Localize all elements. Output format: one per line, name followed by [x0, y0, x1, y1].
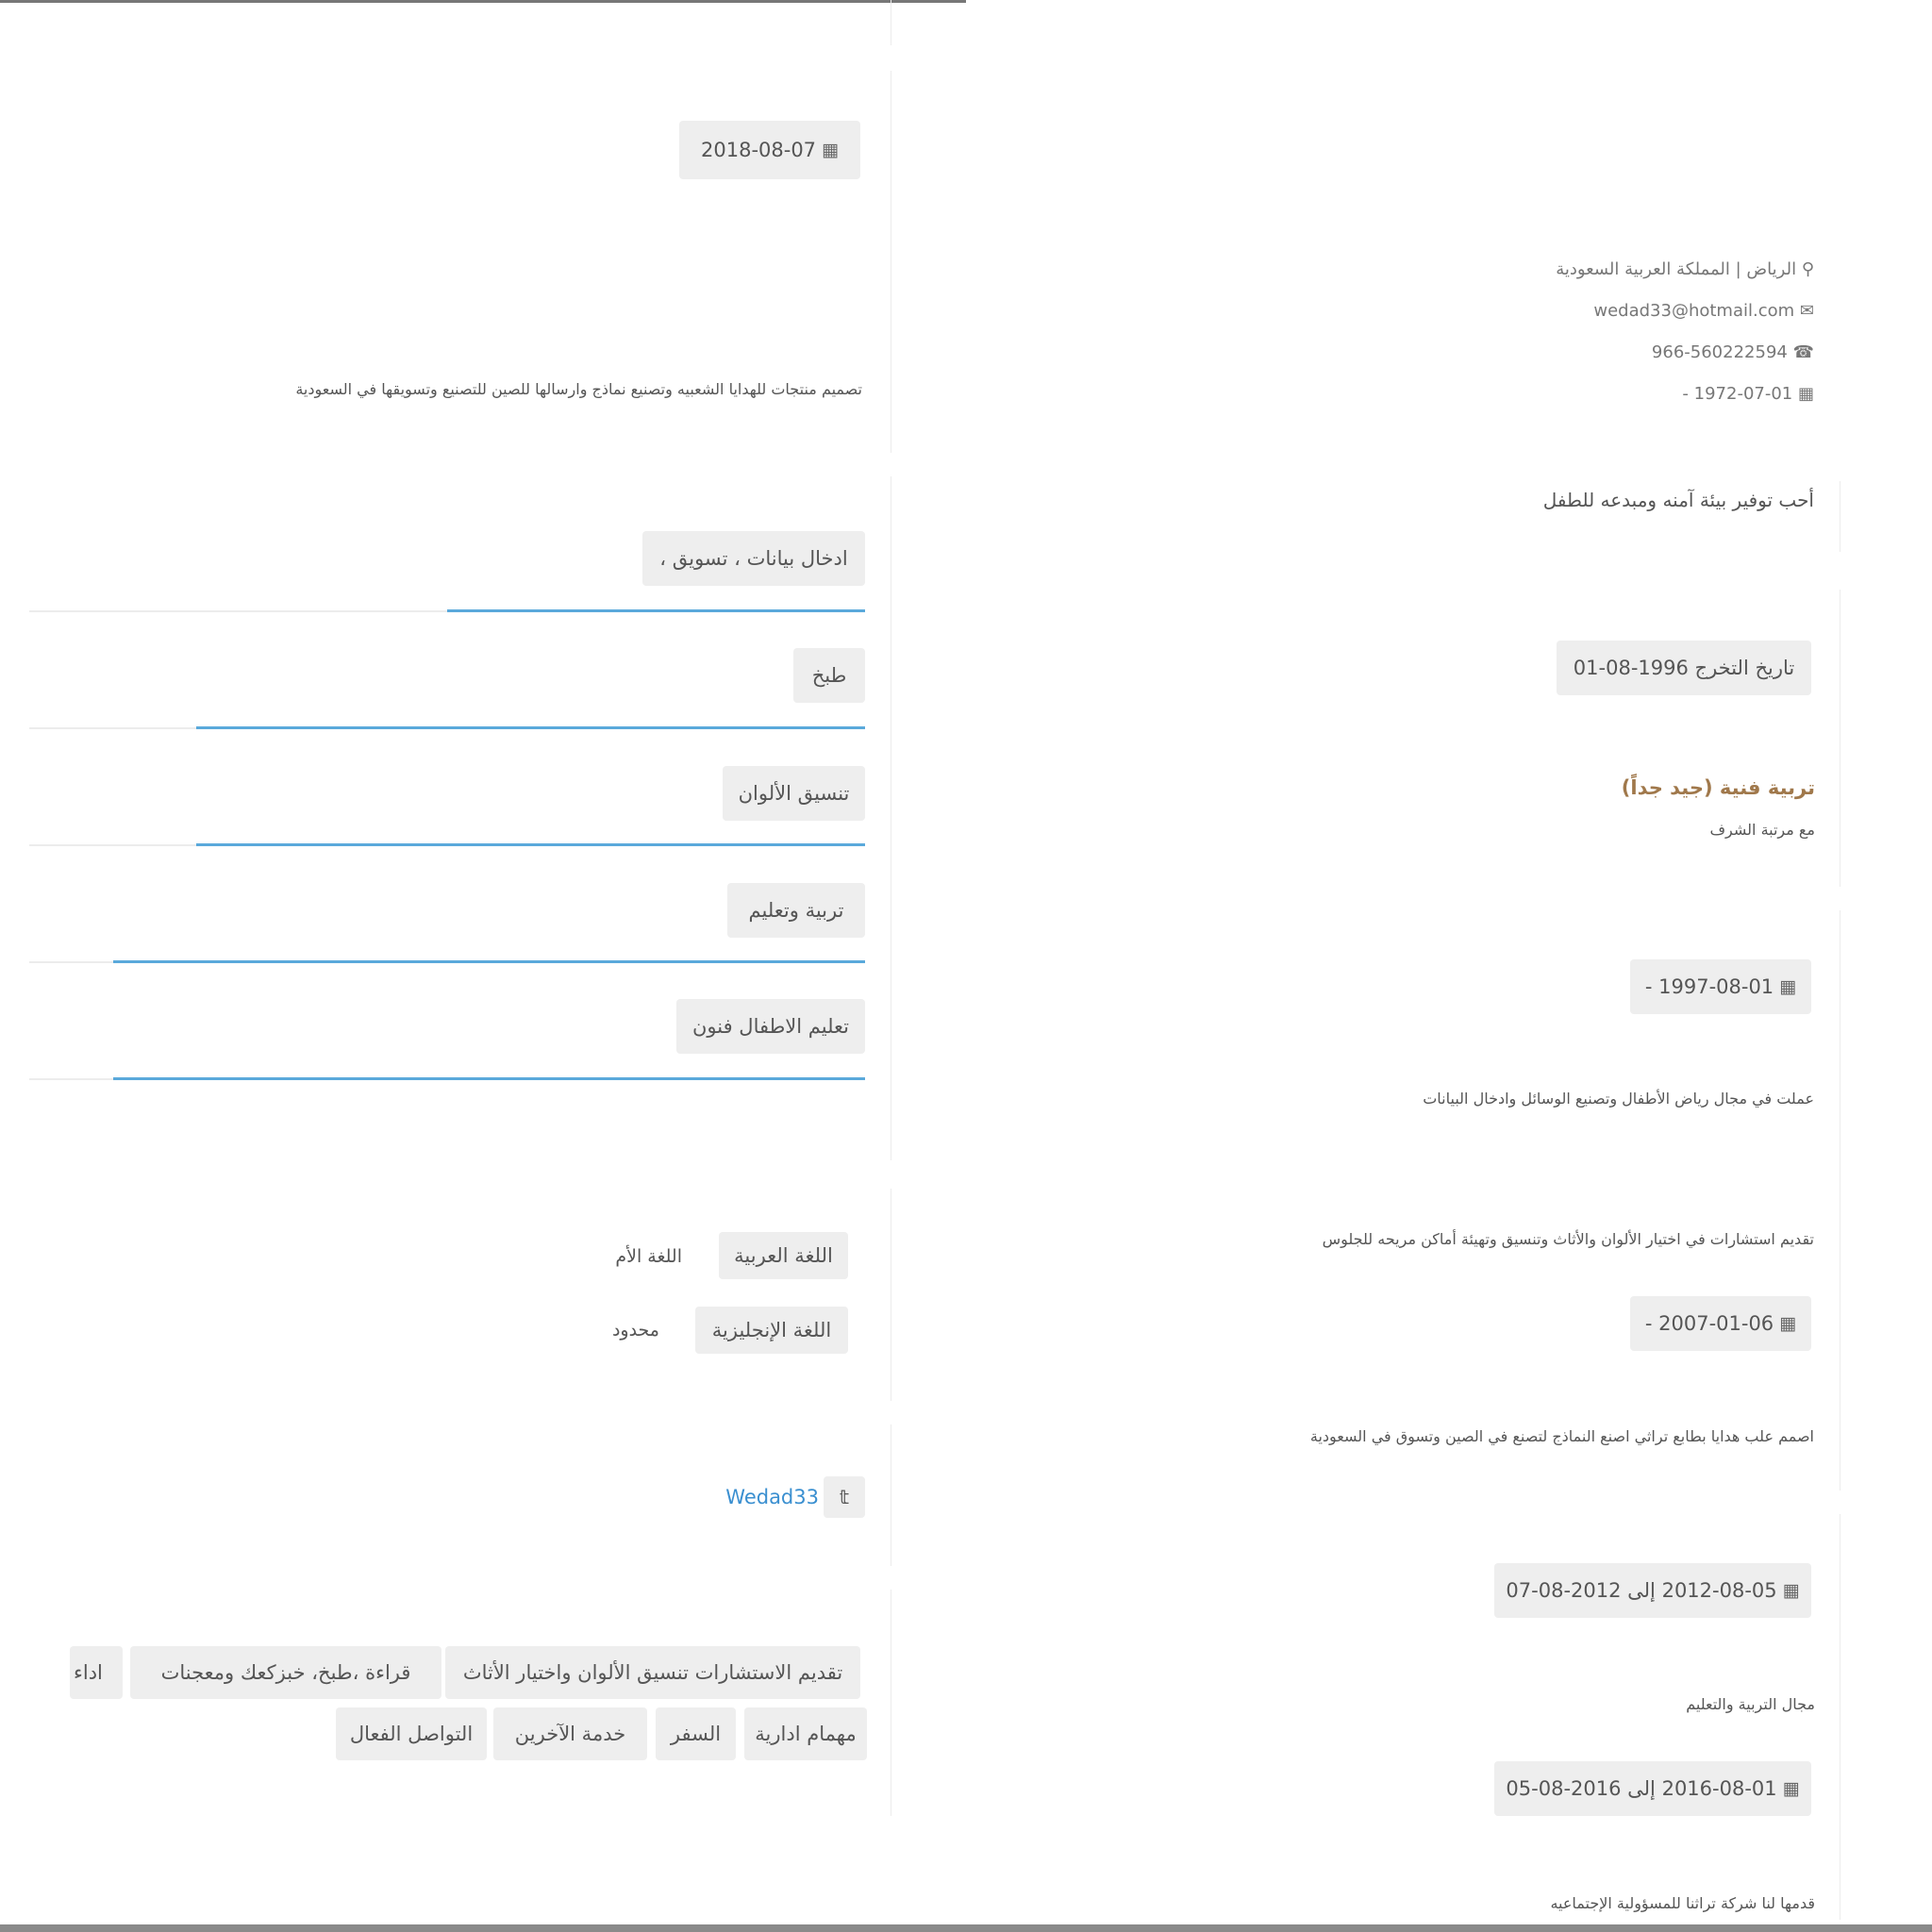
skill-label: تربية وتعليم — [727, 883, 865, 938]
interest-tag: خدمة الآخرين — [493, 1707, 647, 1760]
phone-icon: ☎ — [1792, 342, 1814, 362]
skill-bar-fill — [196, 726, 865, 729]
experience-date: 1997-08-01 - — [1644, 975, 1774, 998]
skill-bar-fill — [112, 960, 865, 963]
volunteer-description: قدمها لنا شركة تراثنا للمسؤولية الإجتماع… — [1550, 1894, 1815, 1912]
calendar-icon: ▦ — [1782, 1778, 1800, 1799]
contact-phone: ☎ 966-560222594 — [1652, 342, 1814, 362]
calendar-icon: ▦ — [1782, 1580, 1800, 1601]
skill-bar-fill — [196, 843, 865, 846]
volunteer-date-badge: ▦ 2012-08-05 إلى 2012-08-07 — [1494, 1563, 1811, 1618]
location-text: الرياض | المملكة العربية السعودية — [1556, 259, 1797, 279]
degree-honor: مع مرتبة الشرف — [1709, 821, 1815, 839]
experience-date: 2007-01-06 - — [1644, 1312, 1774, 1335]
calendar-icon: ▦ — [1797, 384, 1814, 404]
skill-bar — [29, 726, 865, 729]
project-date: 2018-08-07 — [701, 139, 817, 161]
volunteer-date-badge: ▦ 2016-08-01 إلى 2016-08-05 — [1494, 1761, 1811, 1816]
interest-tag: اداء — [70, 1646, 123, 1699]
language-name: اللغة الإنجليزية — [695, 1307, 848, 1354]
map-marker-icon: ⚲ — [1801, 259, 1814, 279]
skill-label: تنسيق الألوان — [723, 766, 865, 821]
experience-description: اصمم علب هدايا بطابع تراثي اصنع النماذج … — [1309, 1427, 1814, 1445]
skill-bar-fill — [447, 609, 865, 612]
email-text[interactable]: wedad33@hotmail.com — [1593, 301, 1794, 321]
interest-tag: تقديم الاستشارات تنسيق الألوان واختيار ا… — [445, 1646, 860, 1699]
project-description: تصميم منتجات للهدايا الشعبيه وتصنيع نماذ… — [295, 380, 862, 398]
top-border — [0, 0, 966, 3]
experience-date-badge: ▦ 1997-08-01 - — [1630, 959, 1811, 1014]
objective-text: أحب توفير بيئة آمنه ومبدعه للطفل — [1542, 489, 1814, 511]
experience-title: تقديم استشارات في اختيار الألوان والأثاث… — [1322, 1230, 1814, 1248]
contact-birthdate: ▦ 1972-07-01 - — [1682, 384, 1814, 404]
interest-tag: قراءة ،طبخ، خبزكعك ومعجنات — [130, 1646, 441, 1699]
calendar-icon: ▦ — [1779, 976, 1797, 997]
skill-label: ادخال بيانات ، تسويق ، — [642, 531, 865, 586]
experience-date-badge: ▦ 2007-01-06 - — [1630, 1296, 1811, 1351]
volunteer-date: 2016-08-01 إلى 2016-08-05 — [1506, 1777, 1777, 1800]
twitter-icon[interactable]: 𝕥 — [824, 1476, 865, 1518]
skill-bar — [29, 609, 865, 612]
skill-bar — [29, 960, 865, 963]
experience-description: عملت في مجال رياض الأطفال وتصنيع الوسائل… — [1423, 1090, 1814, 1108]
twitter-handle[interactable]: Wedad33 — [725, 1486, 819, 1508]
project-date-badge: ▦ 2018-08-07 — [679, 121, 860, 179]
skill-bar — [29, 843, 865, 846]
language-level: محدود — [611, 1320, 659, 1341]
volunteer-date: 2012-08-05 إلى 2012-08-07 — [1506, 1579, 1777, 1602]
interest-tag: السفر — [656, 1707, 736, 1760]
contact-email[interactable]: ✉ wedad33@hotmail.com — [1593, 301, 1814, 321]
interest-tag: التواصل الفعال — [336, 1707, 487, 1760]
degree-title: تربية فنية (جيد جداً) — [1621, 776, 1815, 799]
skill-bar-fill — [112, 1077, 865, 1080]
language-name: اللغة العربية — [719, 1232, 848, 1279]
interest-tag: مهمام ادارية — [744, 1707, 867, 1760]
phone-text: 966-560222594 — [1651, 342, 1788, 362]
calendar-icon: ▦ — [1779, 1313, 1797, 1334]
bottom-border — [0, 1924, 1932, 1932]
volunteer-description: مجال التربية والتعليم — [1686, 1695, 1815, 1713]
contact-location: ⚲ الرياض | المملكة العربية السعودية — [1556, 259, 1814, 279]
graduation-badge: تاريخ التخرج 1996-08-01 — [1557, 641, 1811, 695]
skill-bar — [29, 1077, 865, 1080]
language-level: اللغة الأم — [615, 1246, 682, 1267]
calendar-icon: ▦ — [822, 140, 839, 160]
skill-label: طبخ — [793, 648, 865, 703]
envelope-icon: ✉ — [1799, 301, 1814, 321]
birthdate-text: 1972-07-01 - — [1682, 384, 1793, 404]
skill-label: تعليم الاطفال فنون — [676, 999, 865, 1054]
